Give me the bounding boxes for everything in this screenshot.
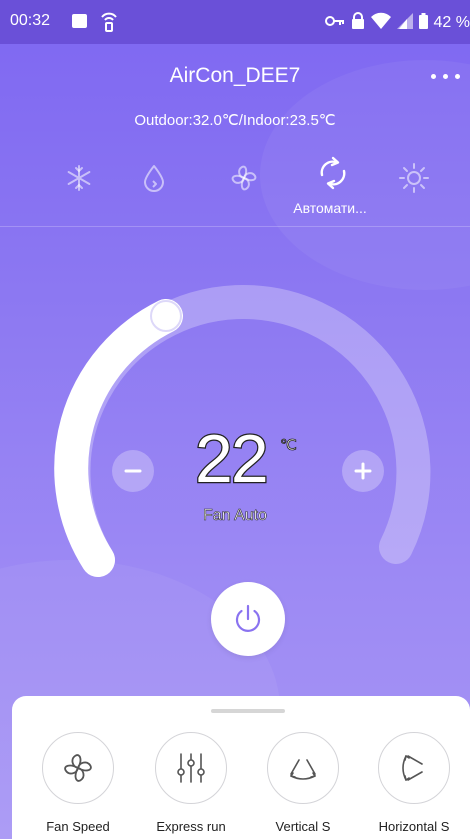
battery-icon — [418, 12, 428, 34]
minus-icon — [124, 469, 142, 473]
temperature-unit: ℃ — [280, 437, 298, 455]
increase-temperature-button[interactable] — [342, 450, 384, 492]
feature-fan-speed[interactable]: Fan Speed — [33, 732, 123, 834]
feature-label: Fan Speed — [46, 819, 110, 834]
app-screen: 00:32 42 % AirCon_DEE7 Outdoor:32.0℃/Ind… — [0, 0, 470, 839]
feature-icon-circle[interactable] — [42, 732, 114, 804]
sliders-icon — [177, 753, 205, 783]
feature-icon-circle[interactable] — [267, 732, 339, 804]
auto-cycle-icon — [320, 156, 346, 190]
mode-fan-button[interactable] — [224, 158, 264, 198]
dial-handle[interactable] — [150, 300, 182, 332]
device-title: AirCon_DEE7 — [169, 64, 301, 87]
panel-drag-handle[interactable] — [211, 709, 285, 713]
power-icon — [235, 604, 261, 632]
fan-icon — [231, 165, 257, 191]
image-notification-icon — [72, 14, 87, 28]
feature-label: Vertical S — [275, 819, 331, 834]
target-temperature: 22 — [194, 421, 270, 497]
fan-status: Fan Auto — [202, 507, 268, 525]
feature-panel: Fan Speed Express run Vertical S Horizon… — [12, 696, 470, 839]
water-drop-icon — [144, 165, 164, 192]
mode-dry-button[interactable] — [134, 158, 174, 198]
battery-level: 42 % — [433, 14, 470, 31]
divider — [0, 226, 470, 227]
wifi-icon — [370, 12, 391, 34]
feature-icon-circle[interactable] — [155, 732, 227, 804]
snowflake-icon — [67, 165, 91, 191]
decrease-temperature-button[interactable] — [112, 450, 154, 492]
horizontal-swing-icon — [402, 755, 423, 781]
mode-heat-button[interactable] — [394, 158, 434, 198]
feature-horizontal-swing[interactable]: Horizontal S — [369, 732, 459, 834]
feature-label: Express run — [156, 819, 226, 834]
mode-auto-button[interactable] — [310, 150, 356, 196]
lock-icon — [351, 12, 365, 34]
feature-icon-circle[interactable] — [378, 732, 450, 804]
selected-mode-label: Автомати... — [293, 200, 367, 216]
fan-icon — [64, 754, 92, 782]
feature-express-run[interactable]: Express run — [146, 732, 236, 834]
hotspot-icon — [100, 9, 118, 38]
signal-icon — [396, 12, 413, 34]
key-icon — [324, 14, 345, 32]
feature-vertical-swing[interactable]: Vertical S — [258, 732, 348, 834]
plus-icon — [354, 462, 372, 480]
status-time: 00:32 — [10, 12, 51, 29]
power-button[interactable] — [211, 582, 285, 656]
feature-label: Horizontal S — [378, 819, 450, 834]
more-options-button[interactable] — [420, 66, 460, 86]
sun-icon — [399, 163, 429, 193]
temperature-dial[interactable] — [0, 240, 470, 600]
vertical-swing-icon — [290, 759, 316, 780]
temperature-readout: Outdoor:32.0℃/Indoor:23.5℃ — [134, 112, 336, 129]
status-bar: 00:32 42 % — [0, 0, 470, 44]
mode-cool-button[interactable] — [59, 158, 99, 198]
